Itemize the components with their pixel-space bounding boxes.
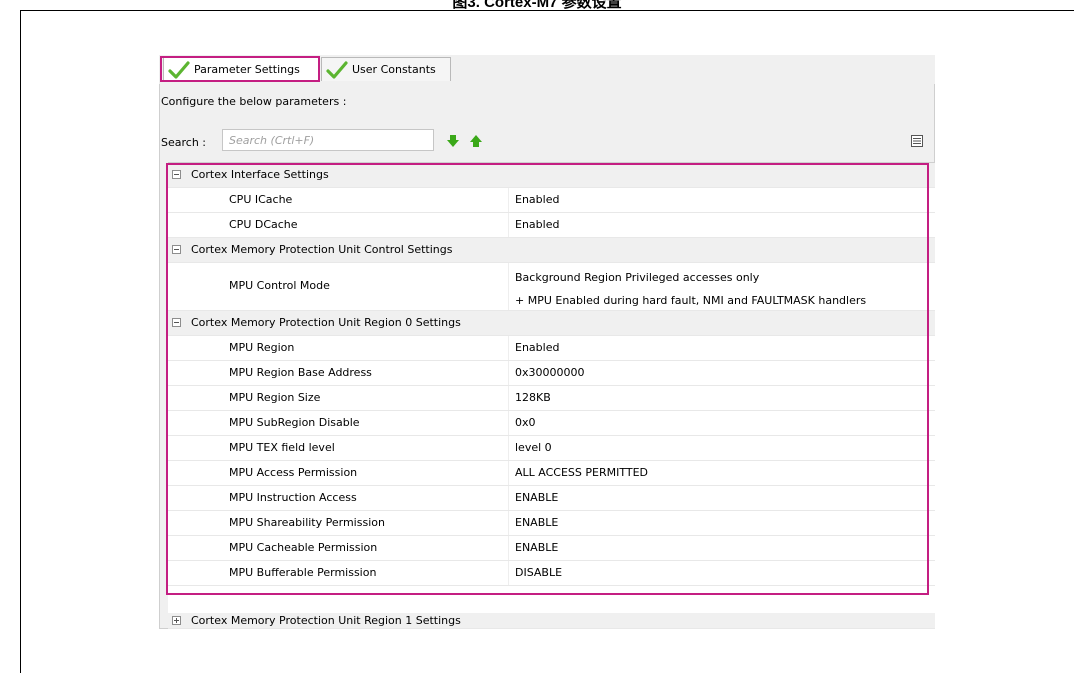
column-divider: [508, 263, 509, 310]
column-divider: [508, 461, 509, 485]
param-name: MPU Region: [229, 341, 295, 354]
param-name: MPU Region Base Address: [229, 366, 372, 379]
param-value[interactable]: 128KB: [515, 391, 551, 404]
parameter-grid: Cortex Interface Settings CPU ICache Ena…: [168, 162, 935, 629]
group-label: Cortex Memory Protection Unit Control Se…: [191, 243, 453, 256]
param-name: MPU Instruction Access: [229, 491, 357, 504]
column-divider: [508, 213, 509, 237]
list-view-icon[interactable]: [911, 135, 923, 147]
param-row[interactable]: MPU TEX field level level 0: [168, 436, 935, 461]
param-value-line2: + MPU Enabled during hard fault, NMI and…: [515, 294, 867, 307]
panel-body: Configure the below parameters : Search …: [159, 84, 935, 629]
param-row[interactable]: MPU Shareability Permission ENABLE: [168, 511, 935, 536]
param-row[interactable]: MPU SubRegion Disable 0x0: [168, 411, 935, 436]
column-divider: [508, 188, 509, 212]
search-label: Search :: [161, 136, 206, 149]
param-row[interactable]: MPU Control Mode Background Region Privi…: [168, 263, 935, 311]
param-name: MPU Access Permission: [229, 466, 358, 479]
column-divider: [508, 511, 509, 535]
column-divider: [508, 536, 509, 560]
param-name: CPU ICache: [229, 193, 293, 206]
param-name: MPU Control Mode: [229, 279, 330, 292]
collapse-icon[interactable]: [172, 318, 181, 327]
param-name: MPU Bufferable Permission: [229, 566, 377, 579]
param-name: MPU SubRegion Disable: [229, 416, 360, 429]
param-name: MPU Cacheable Permission: [229, 541, 378, 554]
param-value[interactable]: ENABLE: [515, 491, 558, 504]
param-row[interactable]: MPU Region Enabled: [168, 336, 935, 361]
group-label: Cortex Memory Protection Unit Region 1 S…: [191, 614, 461, 627]
param-name: MPU Shareability Permission: [229, 516, 385, 529]
group-mpu-region1-settings[interactable]: Cortex Memory Protection Unit Region 1 S…: [168, 613, 935, 629]
column-divider: [508, 411, 509, 435]
expand-icon[interactable]: [172, 616, 181, 625]
param-value[interactable]: DISABLE: [515, 566, 562, 579]
param-value[interactable]: 0x30000000: [515, 366, 585, 379]
param-value[interactable]: ENABLE: [515, 516, 558, 529]
param-row[interactable]: MPU Region Size 128KB: [168, 386, 935, 411]
param-name: CPU DCache: [229, 218, 298, 231]
checkmark-icon: [326, 60, 348, 79]
group-mpu-region0-settings[interactable]: Cortex Memory Protection Unit Region 0 S…: [168, 311, 935, 336]
column-divider: [508, 336, 509, 360]
group-mpu-control-settings[interactable]: Cortex Memory Protection Unit Control Se…: [168, 238, 935, 263]
arrow-down-icon[interactable]: [446, 134, 460, 148]
tab-highlight-box: [160, 56, 320, 82]
group-cortex-interface-settings[interactable]: Cortex Interface Settings: [168, 163, 935, 188]
figure-frame-left: [20, 10, 21, 673]
search-input[interactable]: Search (Crtl+F): [222, 129, 434, 151]
param-value[interactable]: Enabled: [515, 193, 559, 206]
param-row[interactable]: MPU Cacheable Permission ENABLE: [168, 536, 935, 561]
tab-bar: Parameter Settings User Constants: [159, 55, 935, 85]
param-value[interactable]: Background Region Privileged accesses on…: [515, 266, 866, 312]
column-divider: [508, 486, 509, 510]
tab-label: User Constants: [352, 63, 436, 76]
param-value[interactable]: Enabled: [515, 341, 559, 354]
param-value-line1: Background Region Privileged accesses on…: [515, 271, 760, 284]
param-row[interactable]: MPU Instruction Access ENABLE: [168, 486, 935, 511]
param-name: MPU Region Size: [229, 391, 321, 404]
group-label: Cortex Memory Protection Unit Region 0 S…: [191, 316, 461, 329]
column-divider: [508, 436, 509, 460]
param-row[interactable]: MPU Bufferable Permission DISABLE: [168, 561, 935, 586]
param-row[interactable]: CPU ICache Enabled: [168, 188, 935, 213]
collapse-icon[interactable]: [172, 245, 181, 254]
param-value[interactable]: 0x0: [515, 416, 536, 429]
param-value[interactable]: ALL ACCESS PERMITTED: [515, 466, 648, 479]
collapse-icon[interactable]: [172, 170, 181, 179]
param-row[interactable]: MPU Region Base Address 0x30000000: [168, 361, 935, 386]
param-value[interactable]: level 0: [515, 441, 552, 454]
param-row[interactable]: MPU Access Permission ALL ACCESS PERMITT…: [168, 461, 935, 486]
param-row[interactable]: CPU DCache Enabled: [168, 213, 935, 238]
param-value[interactable]: ENABLE: [515, 541, 558, 554]
arrow-up-icon[interactable]: [469, 134, 483, 148]
group-label: Cortex Interface Settings: [191, 168, 329, 181]
configuration-panel: Parameter Settings User Constants Config…: [159, 55, 935, 629]
column-divider: [508, 561, 509, 585]
configure-text: Configure the below parameters :: [161, 95, 347, 108]
param-value[interactable]: Enabled: [515, 218, 559, 231]
column-divider: [508, 361, 509, 385]
column-divider: [508, 386, 509, 410]
figure-frame-top: [20, 10, 1074, 11]
tab-user-constants[interactable]: User Constants: [321, 57, 451, 81]
param-name: MPU TEX field level: [229, 441, 335, 454]
